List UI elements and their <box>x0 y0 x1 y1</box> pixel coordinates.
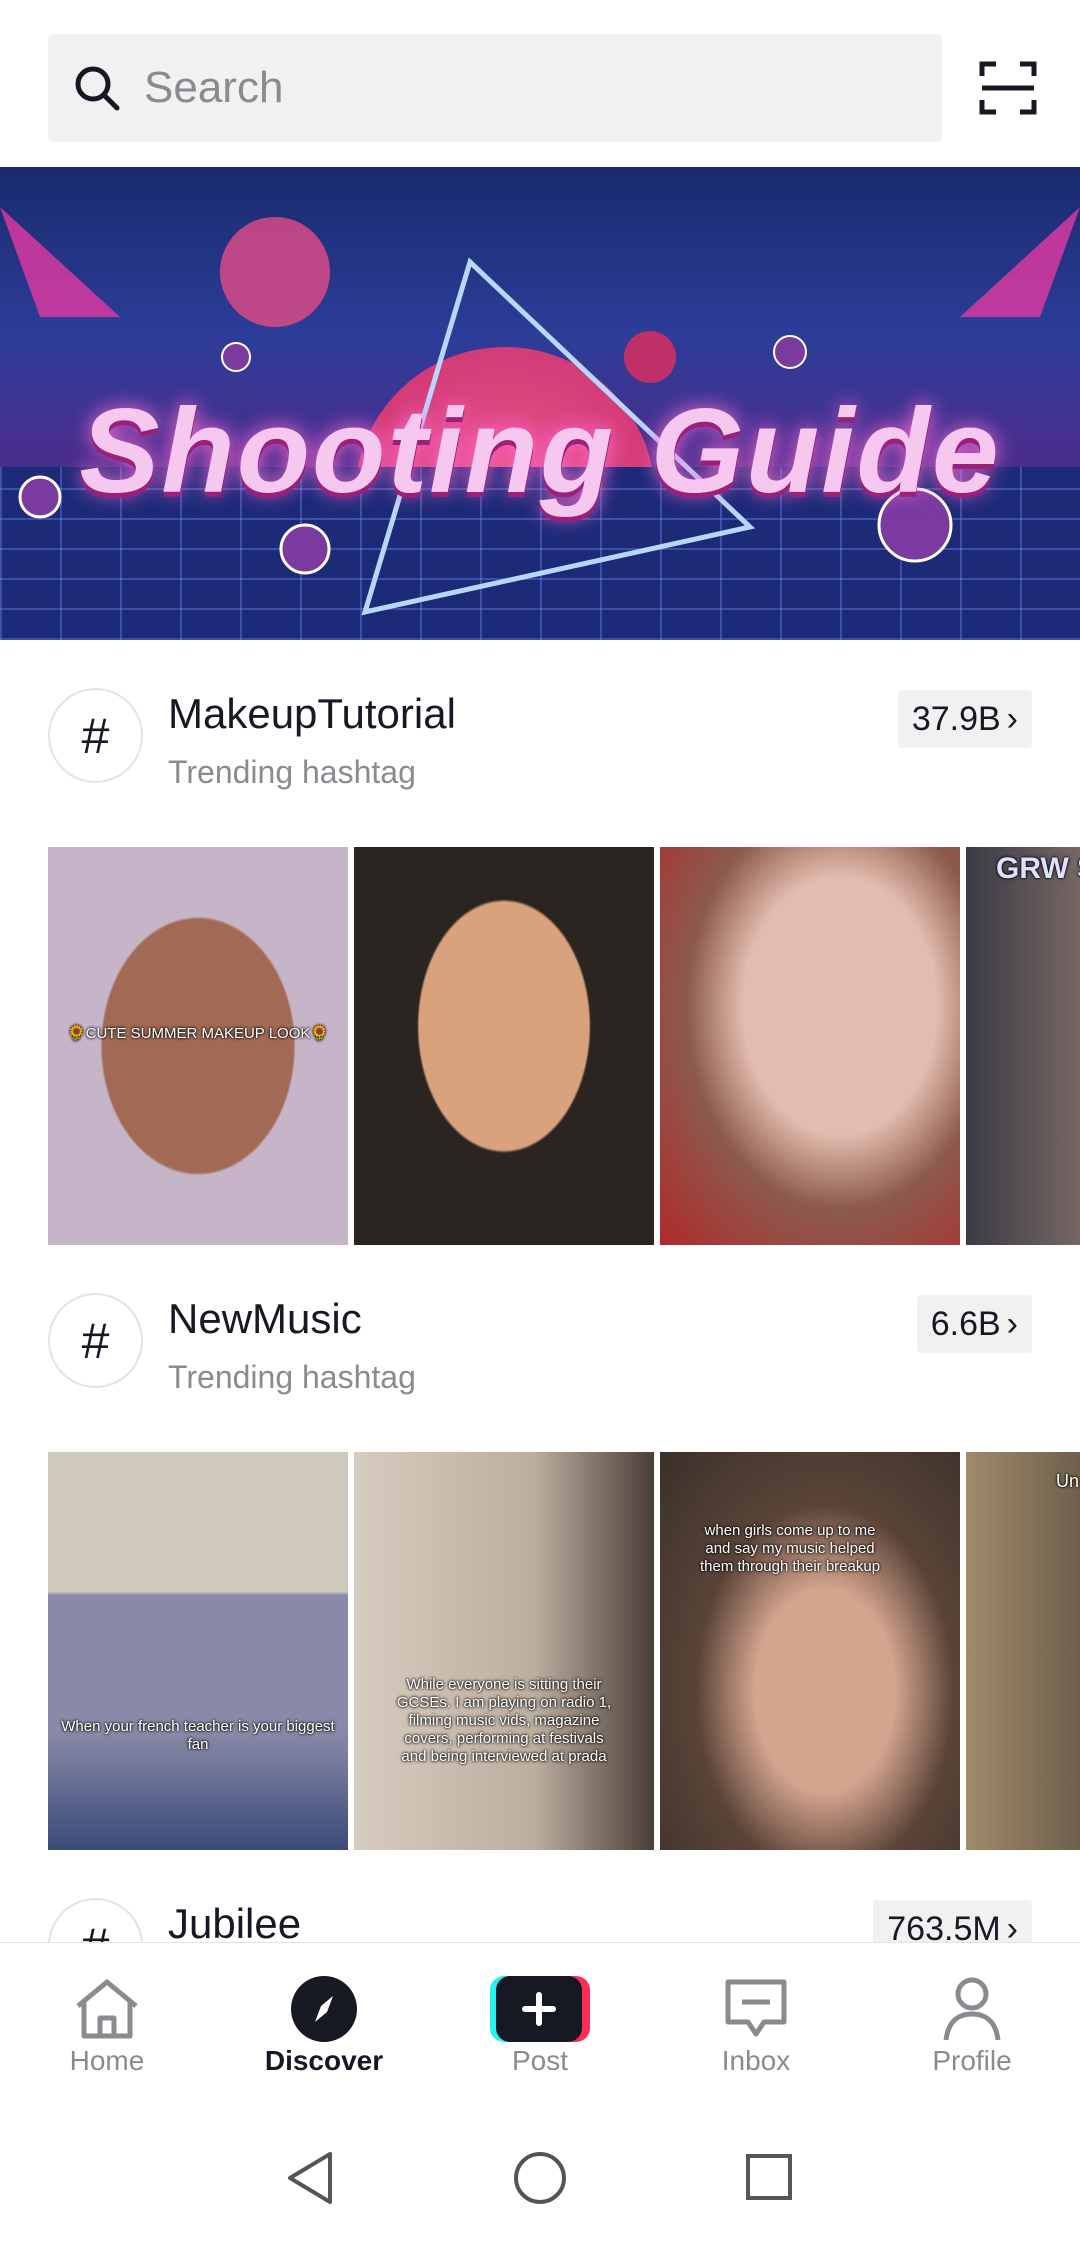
nav-label: Inbox <box>721 2045 791 2076</box>
nav-inbox[interactable]: Inbox <box>656 1943 856 2121</box>
video-thumbnail[interactable] <box>660 847 960 1245</box>
hashtag-row-newmusic[interactable]: # NewMusic Trending hashtag 6.6B › <box>0 1293 1080 1423</box>
hashtag-name: NewMusic <box>168 1295 362 1342</box>
search-icon <box>75 66 120 111</box>
thumbnail-caption: Un <box>1056 1471 1080 1491</box>
thumbnail-caption: GRW Sne <box>996 852 1080 885</box>
hashtag-row-makeuptutorial[interactable]: # MakeupTutorial Trending hashtag 37.9B › <box>0 688 1080 818</box>
video-thumbnails: 🌻CUTE SUMMER MAKEUP LOOK🌻 GRW Sne <box>48 847 1080 1245</box>
nav-post[interactable]: Post <box>440 1943 640 2121</box>
nav-profile[interactable]: Profile <box>872 1943 1072 2121</box>
thumbnail-caption: when girls come up to me and say my musi… <box>699 1522 881 1575</box>
view-count-badge[interactable]: 37.9B › <box>897 690 1032 748</box>
search-bar[interactable] <box>48 34 942 142</box>
home-circle-icon[interactable] <box>513 2150 567 2206</box>
banner-title: Shooting Guide <box>79 384 1001 518</box>
video-thumbnail[interactable]: When your french teacher is your biggest… <box>48 1452 348 1850</box>
video-thumbnail[interactable]: when girls come up to me and say my musi… <box>660 1452 960 1850</box>
system-nav-bar <box>0 2120 1080 2241</box>
thumbnail-caption: When your french teacher is your biggest… <box>61 1718 335 1753</box>
chevron-right-icon: › <box>1006 1304 1018 1343</box>
hashtag-icon: # <box>48 688 143 783</box>
scan-icon[interactable] <box>978 58 1038 118</box>
nav-home[interactable]: Home <box>7 1943 207 2121</box>
search-input[interactable] <box>144 63 904 113</box>
post-plus-icon <box>490 1976 590 2042</box>
view-count: 6.6B <box>930 1304 1001 1343</box>
nav-label: Profile <box>932 2045 1012 2076</box>
video-thumbnail[interactable]: Un <box>966 1452 1080 1850</box>
nav-discover[interactable]: Discover <box>224 1943 424 2121</box>
hashtag-subtitle: Trending hashtag <box>168 1359 416 1395</box>
hashtag-name: MakeupTutorial <box>168 690 456 737</box>
compass-icon <box>291 1976 357 2042</box>
view-count: 37.9B <box>911 699 1001 738</box>
bottom-nav: Home Discover Post Inbox Profile <box>0 1942 1080 2120</box>
video-thumbnail[interactable] <box>354 847 654 1245</box>
nav-label: Home <box>69 2045 145 2076</box>
home-icon <box>76 1979 138 2039</box>
thumbnail-caption: While everyone is sitting their GCSEs. I… <box>396 1676 612 1765</box>
hashtag-name: Jubilee <box>168 1900 302 1947</box>
inbox-icon <box>725 1979 787 2037</box>
profile-icon <box>943 1977 1001 2041</box>
hashtag-subtitle: Trending hashtag <box>168 754 416 790</box>
video-thumbnail[interactable]: 🌻CUTE SUMMER MAKEUP LOOK🌻 <box>48 847 348 1245</box>
thumbnail-caption: 🌻CUTE SUMMER MAKEUP LOOK🌻 <box>66 1025 330 1042</box>
hashtag-icon: # <box>48 1293 143 1388</box>
video-thumbnail[interactable]: While everyone is sitting their GCSEs. I… <box>354 1452 654 1850</box>
nav-label: Post <box>511 2045 569 2076</box>
recents-icon[interactable] <box>745 2150 793 2206</box>
back-icon[interactable] <box>284 2150 336 2206</box>
chevron-right-icon: › <box>1006 699 1018 738</box>
view-count-badge[interactable]: 6.6B › <box>916 1295 1032 1353</box>
video-thumbnails: When your french teacher is your biggest… <box>48 1452 1080 1850</box>
shooting-guide-banner[interactable]: Shooting Guide <box>0 167 1080 640</box>
video-thumbnail[interactable]: GRW Sne <box>966 847 1080 1245</box>
nav-label: Discover <box>264 2045 384 2076</box>
